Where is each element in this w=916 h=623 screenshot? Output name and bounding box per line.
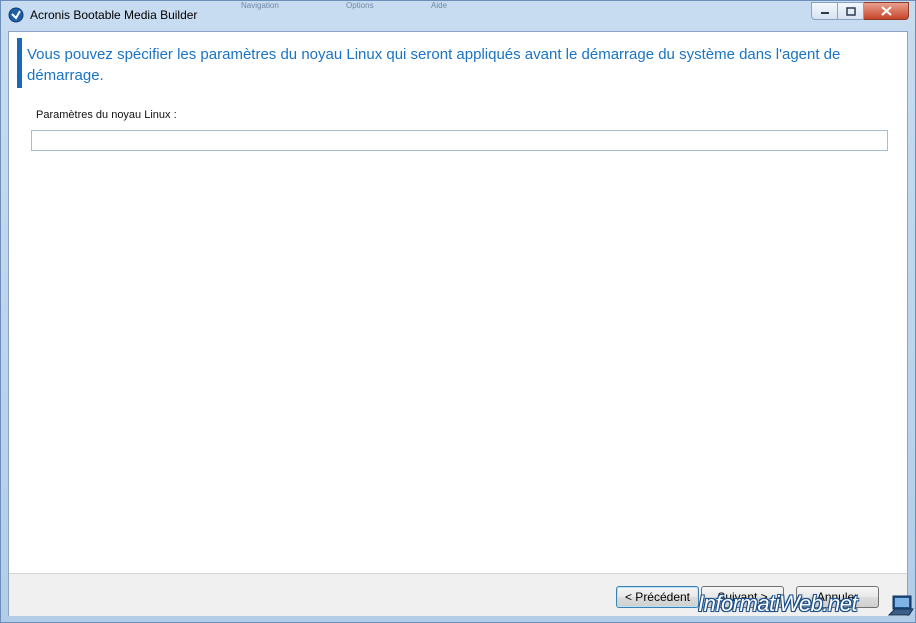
previous-button[interactable]: < Précédent [616,586,699,608]
background-menu-navigation: Navigation [241,1,279,10]
watermark-text: InformatiWeb.net [698,591,858,616]
background-menu-options: Options [346,1,374,10]
heading-accent-bar [17,38,22,88]
maximize-icon [845,6,856,16]
laptop-logo-icon [887,595,914,616]
wizard-content: Vous pouvez spécifier les paramètres du … [8,31,908,616]
minimize-button[interactable] [811,2,838,20]
window-title: Acronis Bootable Media Builder [30,8,198,22]
close-icon [880,6,892,16]
app-window: Acronis Bootable Media Builder Navigatio… [0,0,916,623]
close-button[interactable] [864,2,909,20]
page-heading: Vous pouvez spécifier les paramètres du … [27,46,841,84]
background-menu-help: Aide [431,1,448,10]
minimize-icon [820,12,829,14]
title-bar[interactable]: Acronis Bootable Media Builder Navigatio… [1,1,915,31]
acronis-logo-icon [8,7,24,23]
window-controls [811,2,909,21]
kernel-params-label: Paramètres du noyau Linux : [36,109,177,121]
kernel-params-input[interactable] [31,130,888,151]
maximize-button[interactable] [838,2,864,20]
